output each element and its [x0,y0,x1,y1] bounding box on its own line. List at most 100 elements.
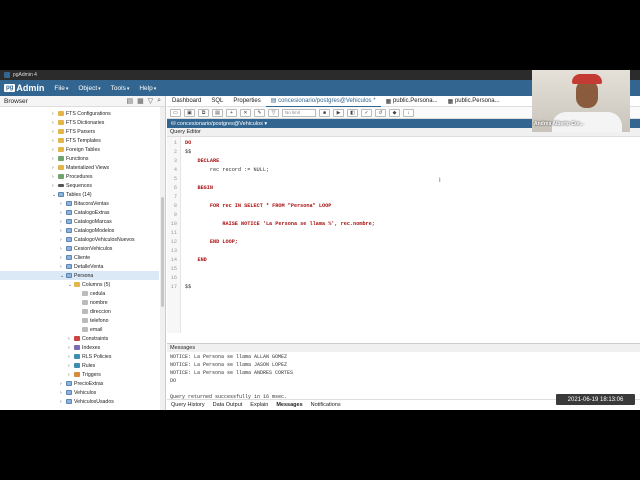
tree-item[interactable]: › CatalogoVehiculosNuevos [60,235,135,244]
tree-item[interactable]: ⌄ Tables (14) [52,190,92,199]
menu-help[interactable]: Help▾ [139,85,156,92]
function-icon [58,174,64,179]
tree-item[interactable]: telefono [82,316,108,325]
chevron-down-icon: ▾ [65,85,69,92]
tab-sql[interactable]: SQL [206,96,228,107]
tree-item[interactable]: ⌄ Columns (5) [68,280,110,289]
tree-item[interactable]: › CatalogoExtras [60,208,109,217]
tree-item[interactable]: › CatalogoMarcas [60,217,112,226]
open-file-icon[interactable]: ▭ [170,108,181,117]
tree-item[interactable]: › Cliente [60,253,90,262]
tree-item[interactable]: › Constraints [68,334,108,343]
filter-icon[interactable]: ▽ [148,97,153,105]
tree-scrollbar[interactable] [160,107,165,410]
connection-label: concesionario/postgres@Vehiculos [177,120,263,127]
save-icon[interactable]: ▣ [184,108,195,117]
tab-query-tool[interactable]: ▤ concesionario/postgres@Vehiculos * [265,96,381,107]
function-icon [58,156,64,161]
table-icon [66,381,72,386]
message-line: NOTICE: La Persona se llama ALLAN GOMEZ [170,354,288,360]
tree-item[interactable]: › FTS Dictionaries [52,118,104,127]
code-line: 8 FOR rec IN SELECT * FROM "Persona" LOO… [173,203,332,209]
tab-properties[interactable]: Properties [228,96,265,107]
tree-item[interactable]: › FTS Configurations [52,109,111,118]
clear-icon[interactable]: ◆ [389,108,400,117]
grid-view-icon[interactable]: ▦ [137,97,144,105]
tab-view-data-1[interactable]: ▦ public.Persona... [381,96,443,107]
search-icon[interactable]: ⌕ [157,97,161,105]
tree-item[interactable]: › Foreign Tables [52,145,100,154]
messages-panel: NOTICE: La Persona se llama ALLAN GOMEZ … [167,352,640,400]
edit-icon[interactable]: ✎ [254,108,265,117]
webcam-person-face [576,80,598,108]
menu-tools[interactable]: Tools▾ [111,85,130,92]
code-line: 6 BEGIN [173,185,214,191]
add-row-icon[interactable]: + [226,108,237,117]
rollback-icon[interactable]: ↺ [375,108,386,117]
tree-item[interactable]: › PrecioExtras [60,379,103,388]
copy-icon[interactable]: ⧉ [198,108,209,117]
tree-item[interactable]: › CatalogoModelos [60,226,114,235]
delete-icon[interactable]: ✕ [240,108,251,117]
tree-item[interactable]: › Indexes [68,343,100,352]
tab-messages[interactable]: Messages [272,402,306,408]
tree-item[interactable]: › FTS Templates [52,136,101,145]
download-icon[interactable]: ↓ [403,108,414,117]
tree-item-selected[interactable]: ⌄ Persona [0,271,159,280]
tree-item[interactable]: › BitacoraVentas [60,199,109,208]
code-line: 17 $$ [170,284,192,290]
chevron-down-icon: ▾ [153,85,157,92]
constraint-icon [74,336,80,341]
table-icon [66,228,72,233]
folder-icon [74,282,80,287]
main-panel: Dashboard SQL Properties ▤ concesionario… [167,96,640,410]
menu-object[interactable]: Object▾ [78,85,100,92]
commit-icon[interactable]: ✓ [361,108,372,117]
tree-item[interactable]: › Materialized Views [52,163,109,172]
tree-item[interactable]: nombre [82,298,108,307]
execute-icon[interactable]: ▶ [333,108,344,117]
tree-item[interactable]: › Rules [68,361,95,370]
filter-icon[interactable]: ▽ [268,108,279,117]
code-line: 9 [173,212,177,218]
tree-item[interactable]: › Sequences [52,181,92,190]
limit-select[interactable]: No limit [282,108,316,117]
sequence-icon [58,184,64,187]
code-line: 14 END [170,257,207,263]
tree-item[interactable]: › Vehiculos [60,388,96,397]
query-editor[interactable]: 1 DO 2 $$ 3 DECLARE 4 rec record := NULL; … [167,137,640,333]
tree-item[interactable]: › FTS Parsers [52,127,95,136]
menu-file[interactable]: File▾ [54,85,68,92]
folder-icon [58,147,64,152]
tree-item[interactable]: › RLS Policies [68,352,111,361]
window-title: pgAdmin 4 [13,72,37,78]
tree-item[interactable]: › CesionVehiculos [60,244,112,253]
tab-notifications[interactable]: Notifications [307,402,345,408]
tab-query-history[interactable]: Query History [167,402,209,408]
stop-icon[interactable]: ■ [319,108,330,117]
paste-icon[interactable]: ▤ [212,108,223,117]
browser-title: Browser [4,97,28,105]
column-icon [82,318,88,323]
tree-item[interactable]: cedula [82,289,105,298]
tree-item[interactable]: › DetalleVenta [60,262,103,271]
tree-item[interactable]: direccion [82,307,111,316]
table-icon [66,210,72,215]
table-icon [66,246,72,251]
chevron-down-icon: ▾ [262,120,268,127]
tab-explain[interactable]: Explain [246,402,272,408]
table-icon [66,237,72,242]
explain-icon[interactable]: ◧ [347,108,358,117]
scrollbar-thumb[interactable] [161,197,164,307]
tab-view-data-2[interactable]: ▦ public.Persona... [443,96,505,107]
timestamp-overlay: 2021-06-19 18:13:06 [556,394,635,405]
tab-data-output[interactable]: Data Output [209,402,247,408]
tree-item[interactable]: › Functions [52,154,89,163]
tree-item[interactable]: › Triggers [68,370,101,379]
tab-dashboard[interactable]: Dashboard [167,96,206,107]
tree-item[interactable]: email [82,325,102,334]
query-tool-icon[interactable]: ▤ [126,97,133,105]
tree-item[interactable]: › VehiculosUsados [60,397,114,406]
query-tool-icon: ▤ [270,98,279,104]
tree-item[interactable]: › Procedures [52,172,93,181]
